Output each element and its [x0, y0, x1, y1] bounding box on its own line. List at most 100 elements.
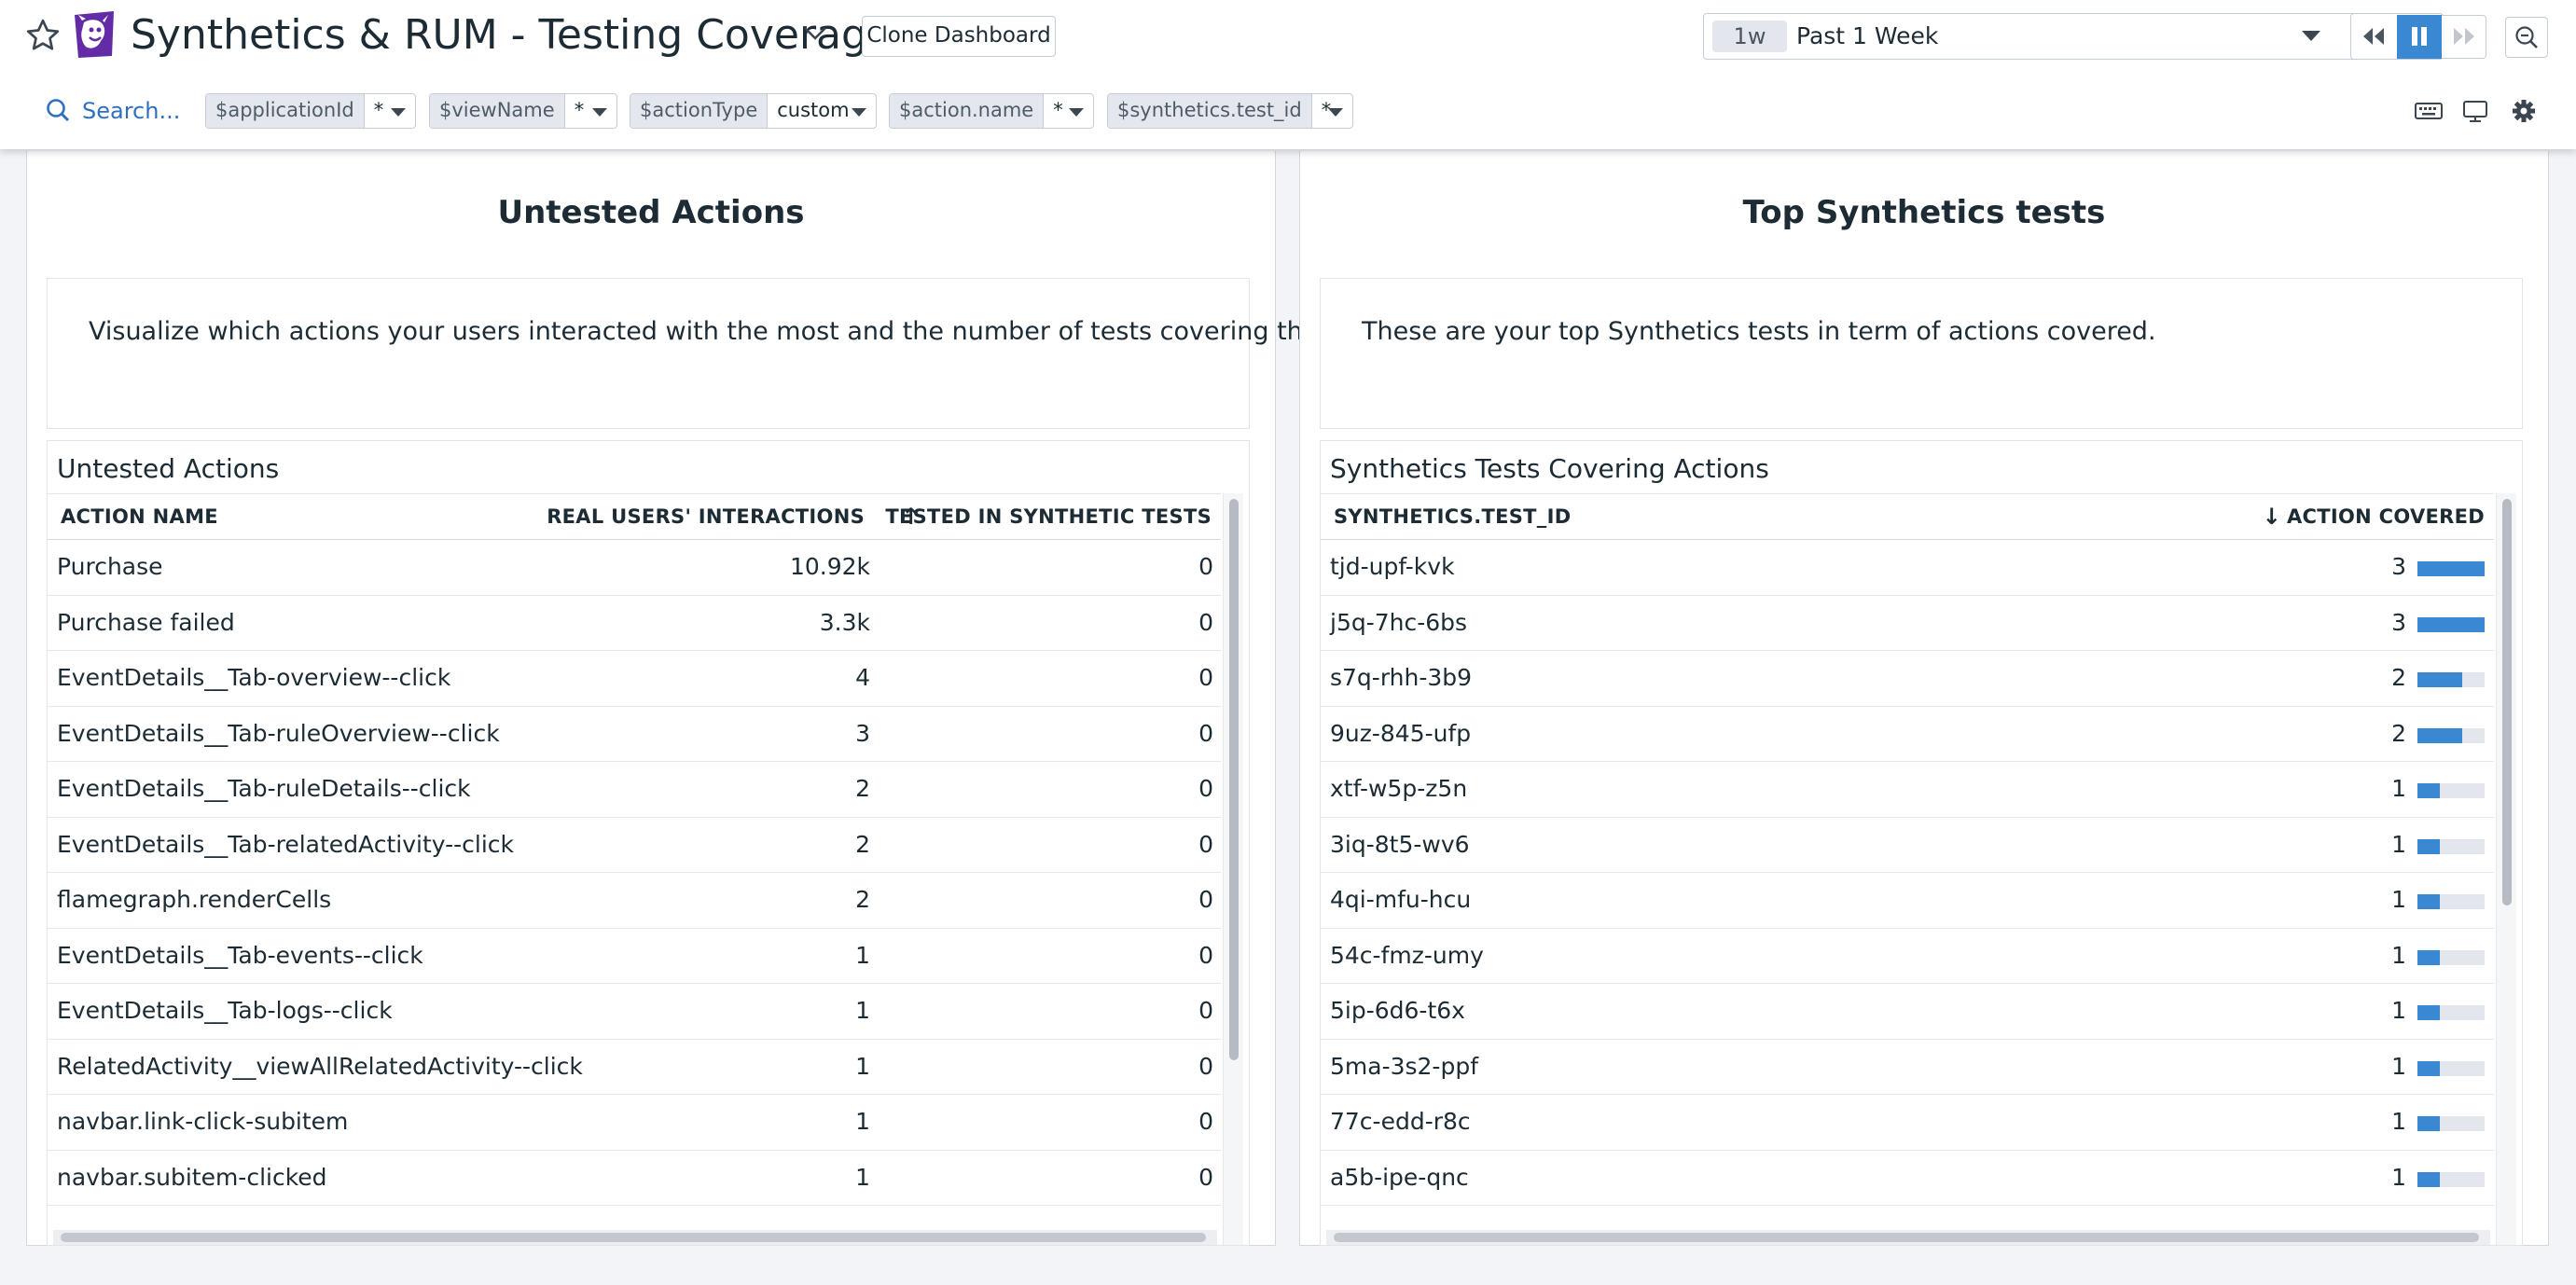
table-row[interactable]: flamegraph.renderCells 2 0 — [48, 873, 1221, 929]
template-var-action-name[interactable]: $action.name * — [889, 93, 1094, 129]
fast-forward-button[interactable] — [2442, 14, 2486, 59]
keyboard-icon[interactable] — [2414, 97, 2444, 125]
action-covered-cell: 3 — [2391, 553, 2406, 580]
table-row[interactable]: Purchase failed 3.3k 0 — [48, 596, 1221, 651]
table-row[interactable]: EventDetails__Tab-logs--click 1 0 — [48, 984, 1221, 1040]
table-row[interactable]: EventDetails__Tab-ruleOverview--click 3 0 — [48, 707, 1221, 762]
scrollbar-thumb[interactable] — [2502, 499, 2512, 905]
coverage-bar — [2417, 1060, 2485, 1076]
tested-cell: 0 — [1198, 775, 1213, 802]
gear-icon[interactable] — [2509, 97, 2539, 125]
column-header-action-name[interactable]: ACTION NAME — [61, 494, 218, 539]
table-row[interactable]: a5b-ipe-qnc 1 — [1321, 1151, 2494, 1206]
action-covered-cell: 1 — [2391, 941, 2406, 969]
test-id-cell[interactable]: xtf-w5p-z5n — [1330, 762, 1467, 816]
test-id-cell[interactable]: 5ma-3s2-ppf — [1330, 1040, 1478, 1094]
template-var-name: $actionType — [630, 94, 769, 128]
interactions-cell: 2 — [855, 775, 870, 802]
chevron-down-icon[interactable] — [802, 24, 828, 43]
table-row[interactable]: EventDetails__Tab-relatedActivity--click… — [48, 818, 1221, 873]
horizontal-scrollbar[interactable] — [1326, 1230, 2490, 1245]
coverage-bar — [2417, 1116, 2485, 1131]
table-row[interactable]: j5q-7hc-6bs 3 — [1321, 596, 2494, 651]
table-row[interactable]: EventDetails__Tab-ruleDetails--click 2 0 — [48, 762, 1221, 818]
template-var-actiontype[interactable]: $actionType custom — [630, 93, 877, 129]
table-row[interactable]: 54c-fmz-umy 1 — [1321, 929, 2494, 984]
test-id-cell[interactable]: 54c-fmz-umy — [1330, 929, 1484, 983]
table-row[interactable]: navbar.subitem-clicked 1 0 — [48, 1151, 1221, 1206]
action-name-cell: Purchase failed — [57, 608, 235, 636]
fast-forward-icon — [2453, 28, 2474, 45]
table-row[interactable]: xtf-w5p-z5n 1 — [1321, 762, 2494, 818]
table-row[interactable]: 4qi-mfu-hcu 1 — [1321, 873, 2494, 929]
test-id-cell[interactable]: a5b-ipe-qnc — [1330, 1151, 1469, 1205]
template-var-synthetics-test-id[interactable]: $synthetics.test_id * — [1107, 93, 1353, 129]
scrollbar-thumb[interactable] — [1334, 1233, 2479, 1242]
action-name-cell: RelatedActivity__viewAllRelatedActivity-… — [57, 1052, 583, 1080]
column-header-test-id[interactable]: SYNTHETICS.TEST_ID — [1334, 494, 1571, 539]
test-id-cell[interactable]: s7q-rhh-3b9 — [1330, 651, 1472, 705]
table-row[interactable]: tjd-upf-kvk 3 — [1321, 540, 2494, 596]
widget-title: Top Synthetics tests — [1742, 194, 2106, 231]
template-var-applicationid[interactable]: $applicationId * — [205, 93, 416, 129]
table-row[interactable]: navbar.link-click-subitem 1 0 — [48, 1095, 1221, 1151]
coverage-bar — [2417, 894, 2485, 909]
action-name-cell: EventDetails__Tab-relatedActivity--click — [57, 830, 515, 858]
test-id-cell[interactable]: tjd-upf-kvk — [1330, 540, 1455, 594]
coverage-bar-fill — [2417, 1005, 2440, 1020]
action-covered-cell: 1 — [2391, 830, 2406, 858]
interactions-cell: 1 — [855, 1052, 870, 1080]
coverage-bar-fill — [2417, 949, 2440, 965]
table-title: Untested Actions — [57, 453, 280, 484]
test-id-cell[interactable]: 9uz-845-ufp — [1330, 707, 1471, 761]
template-var-value[interactable]: * — [1044, 94, 1093, 128]
table-row[interactable]: Purchase 10.92k 0 — [48, 540, 1221, 596]
test-id-cell[interactable]: j5q-7hc-6bs — [1330, 596, 1467, 650]
table-row[interactable]: EventDetails__Tab-overview--click 4 0 — [48, 651, 1221, 707]
horizontal-scrollbar[interactable] — [53, 1230, 1217, 1245]
zoom-out-button[interactable] — [2505, 17, 2548, 58]
table-row[interactable]: 77c-edd-r8c 1 — [1321, 1095, 2494, 1151]
test-id-cell[interactable]: 4qi-mfu-hcu — [1330, 873, 1471, 927]
test-id-cell[interactable]: 5ip-6d6-t6x — [1330, 984, 1465, 1038]
table-row[interactable]: 3iq-8t5-wv6 1 — [1321, 818, 2494, 873]
monitor-icon[interactable] — [2460, 97, 2490, 125]
vertical-scrollbar[interactable] — [2496, 493, 2516, 1245]
search-link[interactable]: Search... — [82, 94, 180, 128]
coverage-bar — [2417, 783, 2485, 798]
table-row[interactable]: 5ma-3s2-ppf 1 — [1321, 1040, 2494, 1095]
table-row[interactable]: RelatedActivity__viewAllRelatedActivity-… — [48, 1040, 1221, 1095]
table-row[interactable]: EventDetails__Tab-events--click 1 0 — [48, 929, 1221, 984]
column-header-action-covered[interactable]: ACTION COVERED — [2287, 494, 2485, 539]
interactions-cell: 1 — [855, 1163, 870, 1191]
test-id-cell[interactable]: 3iq-8t5-wv6 — [1330, 818, 1470, 872]
vertical-scrollbar[interactable] — [1223, 493, 1243, 1245]
template-var-value[interactable]: * — [365, 94, 415, 128]
rewind-button[interactable] — [2351, 14, 2396, 58]
column-header-interactions[interactable]: REAL USERS' INTERACTIONS — [547, 494, 865, 539]
scrollbar-thumb[interactable] — [61, 1233, 1206, 1242]
template-var-viewname[interactable]: $viewName * — [429, 93, 617, 129]
coverage-bar — [2417, 838, 2485, 854]
star-icon[interactable] — [24, 17, 62, 54]
coverage-bar — [2417, 1171, 2485, 1187]
template-var-value[interactable]: * — [565, 94, 616, 128]
template-var-name: $applicationId — [206, 94, 365, 128]
action-covered-cell: 1 — [2391, 1052, 2406, 1080]
untested-actions-table: Untested Actions ACTION NAME REAL USERS'… — [47, 440, 1250, 1246]
template-var-value[interactable]: * — [1312, 94, 1352, 128]
column-header-tested[interactable]: TESTED IN SYNTHETIC TESTS — [885, 494, 1212, 539]
pause-button[interactable] — [2397, 14, 2442, 59]
template-var-value[interactable]: custom — [768, 94, 876, 128]
search-icon — [47, 99, 70, 122]
sort-arrow-icon: ↓ — [2262, 504, 2281, 530]
action-covered-cell: 2 — [2391, 719, 2406, 747]
table-row[interactable]: 5ip-6d6-t6x 1 — [1321, 984, 2494, 1040]
test-id-cell[interactable]: 77c-edd-r8c — [1330, 1095, 1471, 1149]
tested-cell: 0 — [1198, 1052, 1213, 1080]
interactions-cell: 1 — [855, 941, 870, 969]
table-row[interactable]: 9uz-845-ufp 2 — [1321, 707, 2494, 762]
table-row[interactable]: s7q-rhh-3b9 2 — [1321, 651, 2494, 707]
scrollbar-thumb[interactable] — [1229, 499, 1239, 1060]
clone-dashboard-button[interactable]: Clone Dashboard — [862, 16, 1056, 57]
